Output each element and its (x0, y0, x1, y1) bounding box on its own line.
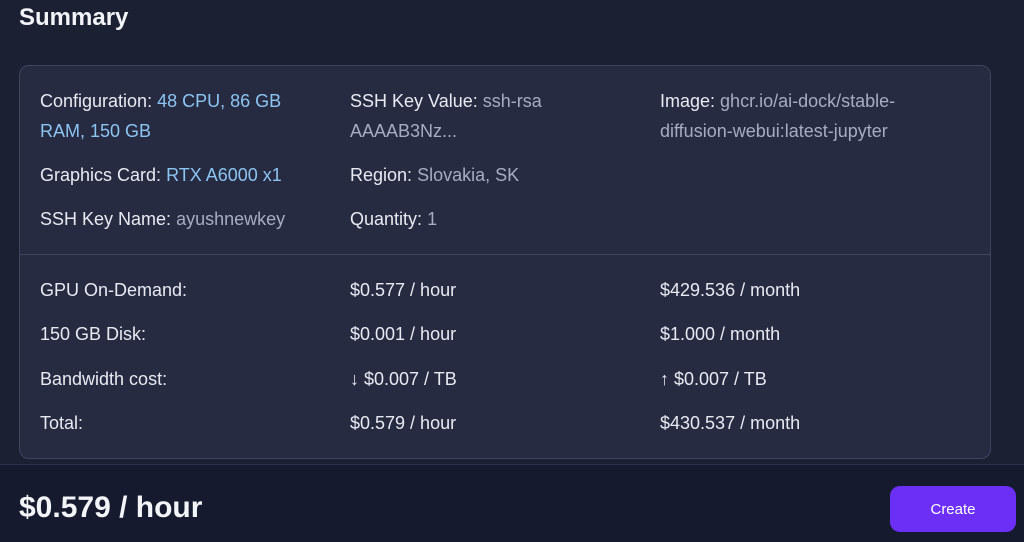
cost-row-bandwidth-upload: ↑ $0.007 / TB (660, 369, 767, 389)
cost-row-bandwidth-label: Bandwidth cost: (40, 369, 168, 389)
ssh-key-name-value: ayushnewkey (176, 209, 286, 229)
cost-row-gpu-hourly: $0.577 / hour (350, 280, 457, 300)
cost-row-disk-hourly: $0.001 / hour (350, 324, 457, 344)
cost-row-disk-monthly: $1.000 / month (660, 324, 781, 344)
quantity-item: Quantity: 1 (350, 204, 640, 234)
configuration-value-line1: 48 CPU, 86 GB (157, 91, 282, 111)
ssh-key-value-line1: ssh-rsa (482, 91, 542, 111)
summary-card: Configuration: 48 CPU, 86 GB RAM, 150 GB… (19, 65, 991, 459)
image-label: Image: (660, 91, 716, 111)
card-divider (20, 254, 990, 255)
graphics-card-value: RTX A6000 x1 (166, 165, 282, 185)
configuration-label: Configuration: (40, 91, 153, 111)
graphics-card-label: Graphics Card: (40, 165, 162, 185)
configuration-value-line2: RAM, 150 GB (40, 121, 152, 141)
ssh-key-value-item: SSH Key Value: ssh-rsa AAAAB3Nz... (350, 86, 640, 146)
cost-row-gpu-label: GPU On-Demand: (40, 280, 188, 300)
footer-total-price: $0.579 / hour (19, 491, 203, 524)
region-label: Region: (350, 165, 413, 185)
create-button[interactable]: Create (890, 486, 1016, 532)
ssh-key-name-label: SSH Key Name: (40, 209, 172, 229)
page-title: Summary (19, 4, 129, 31)
image-item: Image: ghcr.io/ai-dock/stable- diffusion… (660, 86, 980, 146)
cost-row-total-label: Total: (40, 413, 84, 433)
cost-row-total-monthly: $430.537 / month (660, 413, 801, 433)
image-value-line1: ghcr.io/ai-dock/stable- (720, 91, 896, 111)
ssh-key-value-line2: AAAAB3Nz... (350, 121, 458, 141)
image-value-line2: diffusion-webui:latest-jupyter (660, 121, 888, 141)
summary-page: Summary Configuration: 48 CPU, 86 GB RAM… (0, 0, 1024, 542)
cost-row-total-hourly: $0.579 / hour (350, 413, 457, 433)
cost-row-gpu-monthly: $429.536 / month (660, 280, 801, 300)
cost-row-bandwidth-download: ↓ $0.007 / TB (350, 369, 457, 389)
region-value: Slovakia, SK (417, 165, 520, 185)
ssh-key-name-item: SSH Key Name: ayushnewkey (40, 204, 340, 234)
footer-bar: $0.579 / hour Create (0, 464, 1024, 542)
region-item: Region: Slovakia, SK (350, 160, 640, 190)
ssh-key-value-label: SSH Key Value: (350, 91, 478, 111)
cost-row-disk-label: 150 GB Disk: (40, 324, 147, 344)
graphics-card-item: Graphics Card: RTX A6000 x1 (40, 160, 340, 190)
quantity-label: Quantity: (350, 209, 423, 229)
configuration-item: Configuration: 48 CPU, 86 GB RAM, 150 GB (40, 86, 330, 146)
quantity-value: 1 (427, 209, 438, 229)
